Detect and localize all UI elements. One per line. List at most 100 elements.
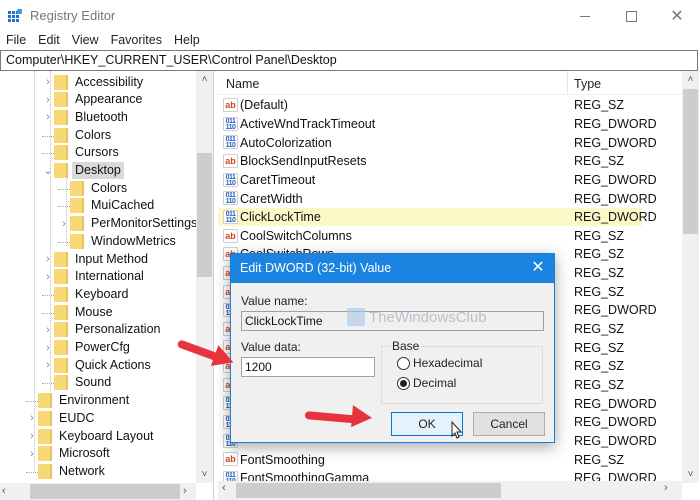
tree-item[interactable]: Colors (58, 179, 130, 197)
menu-bar: File Edit View Favorites Help (0, 32, 206, 50)
scroll-right-icon[interactable]: › (664, 482, 668, 494)
address-bar[interactable]: Computer\HKEY_CURRENT_USER\Control Panel… (0, 50, 698, 71)
chevron-right-icon[interactable]: › (42, 94, 54, 106)
tree-item[interactable]: › Input Method (42, 250, 151, 268)
scroll-left-icon[interactable]: ‹ (2, 483, 6, 500)
menu-view[interactable]: View (66, 32, 105, 50)
tree-item[interactable]: › Accessibility (42, 73, 146, 91)
tree-scroll-thumb[interactable] (197, 153, 212, 277)
tree-item[interactable]: › Microsoft (26, 445, 113, 463)
value-type: REG_DWORD (574, 116, 657, 131)
tree-item[interactable]: Mouse (42, 303, 116, 321)
chevron-right-icon[interactable]: › (42, 111, 54, 123)
chevron-down-icon[interactable]: ⌄ (42, 164, 54, 177)
radio-label: Hexadecimal (413, 356, 483, 370)
chevron-right-icon[interactable]: › (26, 430, 38, 442)
chevron-right-icon[interactable]: › (42, 76, 54, 88)
tree-item-label: Colors (91, 180, 128, 195)
tree-item[interactable]: › Personalization (42, 321, 163, 339)
tree-connector (42, 383, 54, 385)
chevron-right-icon[interactable]: › (42, 359, 54, 371)
folder-icon (38, 393, 52, 409)
tree-horizontal-scrollbar[interactable]: ‹ › (0, 483, 196, 500)
tree-item[interactable]: Environment (26, 392, 132, 410)
tree-hscroll-thumb[interactable] (30, 484, 180, 499)
list-scroll-thumb[interactable] (683, 89, 698, 234)
column-divider[interactable] (567, 71, 568, 95)
value-type: REG_SZ (574, 228, 625, 243)
tree-item[interactable]: Colors (42, 126, 114, 144)
tree-item[interactable]: WindowMetrics (58, 232, 179, 250)
column-header-type[interactable]: Type (574, 77, 601, 91)
scroll-right-icon[interactable]: › (183, 483, 187, 500)
chevron-right-icon[interactable]: › (42, 324, 54, 336)
tree-item[interactable]: › PowerCfg (42, 339, 133, 357)
value-type: REG_DWORD (574, 303, 657, 318)
value-row[interactable]: ab (Default) REG_SZ (218, 96, 642, 115)
chevron-right-icon[interactable]: › (58, 218, 70, 230)
tree-item-label: Cursors (75, 145, 119, 160)
radio-button[interactable] (397, 356, 410, 370)
value-row[interactable]: ab CoolSwitchColumns REG_SZ (218, 227, 642, 246)
chevron-right-icon[interactable]: › (42, 271, 54, 283)
list-hscroll-thumb[interactable] (236, 483, 501, 498)
value-row[interactable]: 011 110 ClickLockTime REG_DWORD (218, 207, 657, 227)
tree-item[interactable]: Network (26, 462, 108, 480)
scroll-up-icon[interactable]: ˄ (196, 71, 213, 88)
value-data-input[interactable]: 1200 (241, 357, 375, 377)
folder-icon (70, 180, 84, 196)
tree-item[interactable]: Keyboard (42, 285, 132, 303)
radio-decimal[interactable]: Decimal (397, 376, 456, 390)
column-header-name[interactable]: Name (226, 77, 259, 91)
close-button[interactable]: ✕ (654, 0, 700, 32)
menu-file[interactable]: File (0, 32, 32, 50)
radio-hexadecimal[interactable]: Hexadecimal (397, 356, 482, 370)
tree-guide-line (66, 176, 67, 246)
maximize-button[interactable] (608, 0, 654, 32)
menu-favorites[interactable]: Favorites (105, 32, 168, 50)
value-type: REG_SZ (574, 284, 625, 299)
tree-item[interactable]: › Quick Actions (42, 356, 154, 374)
list-vertical-scrollbar[interactable]: ˄ ˅ (682, 71, 699, 483)
value-row[interactable]: ab FontSmoothing REG_SZ (218, 450, 642, 469)
minimize-button[interactable] (562, 0, 608, 32)
value-row[interactable]: 011 110 AutoColorization REG_DWORD (218, 133, 657, 152)
tree-item[interactable]: › Bluetooth (42, 108, 131, 126)
tree-item[interactable]: ⌄ Desktop (42, 162, 124, 180)
chevron-right-icon[interactable]: › (26, 412, 38, 424)
tree-item[interactable]: MuiCached (58, 197, 157, 215)
menu-help[interactable]: Help (168, 32, 206, 50)
list-horizontal-scrollbar[interactable]: ‹ › (218, 481, 682, 500)
dialog-close-button[interactable]: ✕ (527, 258, 549, 278)
tree-item[interactable]: › International (42, 268, 147, 286)
scroll-down-icon[interactable]: ˅ (682, 466, 699, 483)
menu-edit[interactable]: Edit (32, 32, 66, 50)
tree-item[interactable]: Cursors (42, 144, 122, 162)
value-name-field[interactable]: ClickLockTime (241, 311, 544, 331)
tree-item-label: Quick Actions (75, 357, 151, 372)
chevron-right-icon[interactable]: › (42, 253, 54, 265)
value-row[interactable]: 011 110 ActiveWndTrackTimeout REG_DWORD (218, 115, 657, 134)
folder-icon (70, 216, 84, 232)
value-row[interactable]: ab BlockSendInputResets REG_SZ (218, 152, 642, 171)
tree-item[interactable]: › EUDC (26, 409, 97, 427)
tree-item-label: Keyboard (75, 286, 129, 301)
radio-label: Decimal (413, 376, 457, 390)
scroll-down-icon[interactable]: ˅ (196, 466, 213, 483)
value-row[interactable]: 011 110 CaretWidth REG_DWORD (218, 189, 657, 208)
chevron-right-icon[interactable]: › (42, 342, 54, 354)
scroll-up-icon[interactable]: ˄ (682, 71, 699, 88)
value-row[interactable]: 011 110 CaretTimeout REG_DWORD (218, 171, 657, 190)
tree-item[interactable]: › PerMonitorSettings (58, 215, 200, 233)
tree-item[interactable]: › Keyboard Layout (26, 427, 157, 445)
radio-button[interactable] (397, 376, 410, 390)
chevron-right-icon[interactable]: › (26, 448, 38, 460)
tree-item[interactable]: Sound (42, 374, 114, 392)
tree-item-label: Personalization (75, 322, 161, 337)
cancel-button[interactable]: Cancel (473, 412, 545, 436)
tree-vertical-scrollbar[interactable]: ˄ ˅ (196, 71, 213, 483)
tree-item[interactable]: › Appearance (42, 91, 145, 109)
scroll-left-icon[interactable]: ‹ (222, 482, 226, 494)
tree-item-label: Input Method (75, 251, 148, 266)
folder-icon (54, 304, 68, 320)
